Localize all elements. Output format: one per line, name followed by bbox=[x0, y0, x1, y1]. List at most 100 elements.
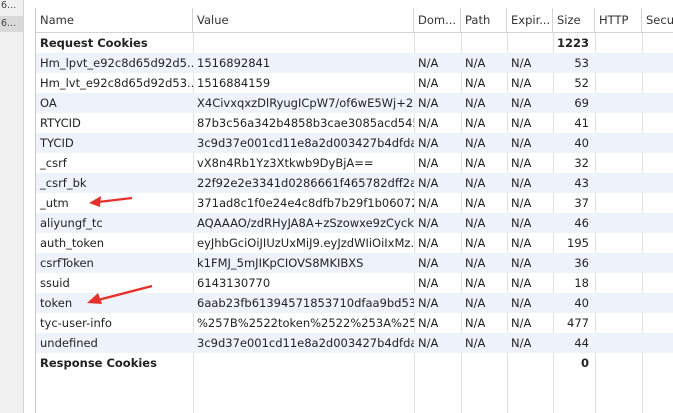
cell-name: undefined bbox=[40, 336, 98, 350]
table-row[interactable]: tyc-user-info %257B%2522token%2522%253A%2… bbox=[36, 313, 673, 333]
cell-path: N/A bbox=[465, 76, 486, 90]
cell-path: N/A bbox=[465, 196, 486, 210]
cell-value: eyJhbGciOiJIUzUxMiJ9.eyJzdWIiOiIxMz... bbox=[197, 236, 414, 250]
cell-value: 371ad8c1f0e24e4c8dfb7b29f1b06072 bbox=[197, 196, 414, 210]
cell-expires: N/A bbox=[511, 96, 532, 110]
table-header: Name Value Dom... Path Expir... Size HTT… bbox=[36, 8, 673, 33]
cell-expires: N/A bbox=[511, 316, 532, 330]
table-row[interactable]: _csrf vX8n4Rb1Yz3Xtkwb9DyBjA== N/A N/A N/A 32 bbox=[36, 153, 673, 173]
cell-size: 40 bbox=[574, 136, 589, 150]
cell-name: RTYCID bbox=[40, 116, 81, 130]
cell-name: csrfToken bbox=[40, 256, 94, 270]
side-panel: 6... 6... bbox=[0, 0, 24, 413]
table-row[interactable]: TYCID 3c9d37e001cd11e8a2d003427b4dfda8 N/A… bbox=[36, 133, 673, 153]
side-panel-item-2[interactable]: 6... bbox=[1, 18, 23, 29]
group-size: 1223 bbox=[556, 36, 589, 50]
cell-size: 41 bbox=[574, 116, 589, 130]
cell-value: 6143130770 bbox=[197, 276, 271, 290]
cell-value: 22f92e2e3341d0286661f465782dff2a bbox=[197, 176, 414, 190]
response-cookies-group-row[interactable]: Response Cookies 0 bbox=[36, 353, 673, 373]
cell-path: N/A bbox=[465, 256, 486, 270]
cell-expires: N/A bbox=[511, 156, 532, 170]
cell-expires: N/A bbox=[511, 176, 532, 190]
cell-path: N/A bbox=[465, 216, 486, 230]
cell-size: 195 bbox=[567, 236, 589, 250]
cell-path: N/A bbox=[465, 236, 486, 250]
table-row[interactable]: RTYCID 87b3c56a342b4858b3cae3085acd5457 N/… bbox=[36, 113, 673, 133]
cell-expires: N/A bbox=[511, 196, 532, 210]
table-row[interactable]: undefined 3c9d37e001cd11e8a2d003427b4dfda… bbox=[36, 333, 673, 353]
cell-size: 36 bbox=[574, 256, 589, 270]
cell-path: N/A bbox=[465, 156, 486, 170]
column-header-path[interactable]: Path bbox=[461, 8, 507, 32]
cell-domain: N/A bbox=[418, 256, 439, 270]
cell-domain: N/A bbox=[418, 136, 439, 150]
cell-value: AQAAAO/zdRHyJA8A+zSzowxe9zCyck... bbox=[197, 216, 414, 230]
cell-path: N/A bbox=[465, 56, 486, 70]
side-panel-item-1[interactable]: 6... bbox=[1, 0, 23, 11]
cell-size: 46 bbox=[574, 216, 589, 230]
cell-expires: N/A bbox=[511, 136, 532, 150]
cell-value: %257B%2522token%2522%253A%252... bbox=[197, 316, 414, 330]
cookies-table: Name Value Dom... Path Expir... Size HTT… bbox=[35, 8, 673, 413]
cell-domain: N/A bbox=[418, 296, 439, 310]
cell-value: 87b3c56a342b4858b3cae3085acd5457 bbox=[197, 116, 414, 130]
cell-expires: N/A bbox=[511, 256, 532, 270]
cell-domain: N/A bbox=[418, 96, 439, 110]
column-header-value[interactable]: Value bbox=[193, 8, 414, 32]
cell-name: Hm_lvt_e92c8d65d92d53... bbox=[40, 76, 193, 90]
cell-domain: N/A bbox=[418, 156, 439, 170]
cell-size: 477 bbox=[567, 316, 589, 330]
cell-path: N/A bbox=[465, 296, 486, 310]
cell-value: 1516892841 bbox=[197, 56, 271, 70]
cell-path: N/A bbox=[465, 336, 486, 350]
cell-value: k1FMJ_5mJIKpCIOVS8MKIBXS bbox=[197, 256, 364, 270]
table-row[interactable]: Hm_lvt_e92c8d65d92d53... 1516884159 N/A N/A… bbox=[36, 73, 673, 93]
cell-size: 69 bbox=[574, 96, 589, 110]
table-row[interactable]: csrfToken k1FMJ_5mJIKpCIOVS8MKIBXS N/A N/A N… bbox=[36, 253, 673, 273]
cell-value: 3c9d37e001cd11e8a2d003427b4dfda8 bbox=[197, 136, 414, 150]
cell-name: Hm_lpvt_e92c8d65d92d5... bbox=[40, 56, 193, 70]
cell-domain: N/A bbox=[418, 76, 439, 90]
cell-domain: N/A bbox=[418, 196, 439, 210]
cell-name: aliyungf_tc bbox=[40, 216, 103, 230]
column-header-domain[interactable]: Dom... bbox=[414, 8, 461, 32]
cell-domain: N/A bbox=[418, 236, 439, 250]
cell-expires: N/A bbox=[511, 276, 532, 290]
request-cookies-group-row[interactable]: Request Cookies 1223 bbox=[36, 33, 673, 53]
table-row[interactable]: aliyungf_tc AQAAAO/zdRHyJA8A+zSzowxe9zCyc… bbox=[36, 213, 673, 233]
group-size: 0 bbox=[580, 356, 589, 370]
splitter-gap bbox=[24, 0, 35, 413]
cell-domain: N/A bbox=[418, 56, 439, 70]
cell-expires: N/A bbox=[511, 56, 532, 70]
table-row[interactable]: Hm_lpvt_e92c8d65d92d5... 1516892841 N/A N/A… bbox=[36, 53, 673, 73]
column-header-secure[interactable]: Secu... bbox=[642, 8, 673, 32]
cell-size: 18 bbox=[574, 276, 589, 290]
cell-path: N/A bbox=[465, 176, 486, 190]
cell-size: 37 bbox=[574, 196, 589, 210]
table-row[interactable]: OA X4CivxqxzDlRyugICpW7/of6wE5Wj+2x... N/A… bbox=[36, 93, 673, 113]
cell-size: 44 bbox=[574, 336, 589, 350]
cell-expires: N/A bbox=[511, 236, 532, 250]
annotation-arrow-token bbox=[87, 284, 153, 304]
cell-domain: N/A bbox=[418, 116, 439, 130]
cell-value: 6aab23fb61394571853710dfaa9bd53f bbox=[197, 296, 414, 310]
cell-domain: N/A bbox=[418, 216, 439, 230]
annotation-arrow-utm bbox=[89, 196, 133, 207]
cell-size: 52 bbox=[574, 76, 589, 90]
cell-name: OA bbox=[40, 96, 57, 110]
column-header-http[interactable]: HTTP bbox=[595, 8, 642, 32]
cell-value: X4CivxqxzDlRyugICpW7/of6wE5Wj+2x... bbox=[197, 96, 414, 110]
cell-size: 43 bbox=[574, 176, 589, 190]
column-header-expires[interactable]: Expir... bbox=[507, 8, 553, 32]
column-header-name[interactable]: Name bbox=[36, 8, 193, 32]
cell-size: 40 bbox=[574, 296, 589, 310]
cell-name: _csrf bbox=[40, 156, 67, 170]
group-label: Response Cookies bbox=[40, 356, 157, 370]
column-header-size[interactable]: Size bbox=[553, 8, 595, 32]
cell-value: 1516884159 bbox=[197, 76, 271, 90]
cell-expires: N/A bbox=[511, 216, 532, 230]
table-row[interactable]: auth_token eyJhbGciOiJIUzUxMiJ9.eyJzdWIiO… bbox=[36, 233, 673, 253]
cell-domain: N/A bbox=[418, 336, 439, 350]
cell-value: vX8n4Rb1Yz3Xtkwb9DyBjA== bbox=[197, 156, 374, 170]
